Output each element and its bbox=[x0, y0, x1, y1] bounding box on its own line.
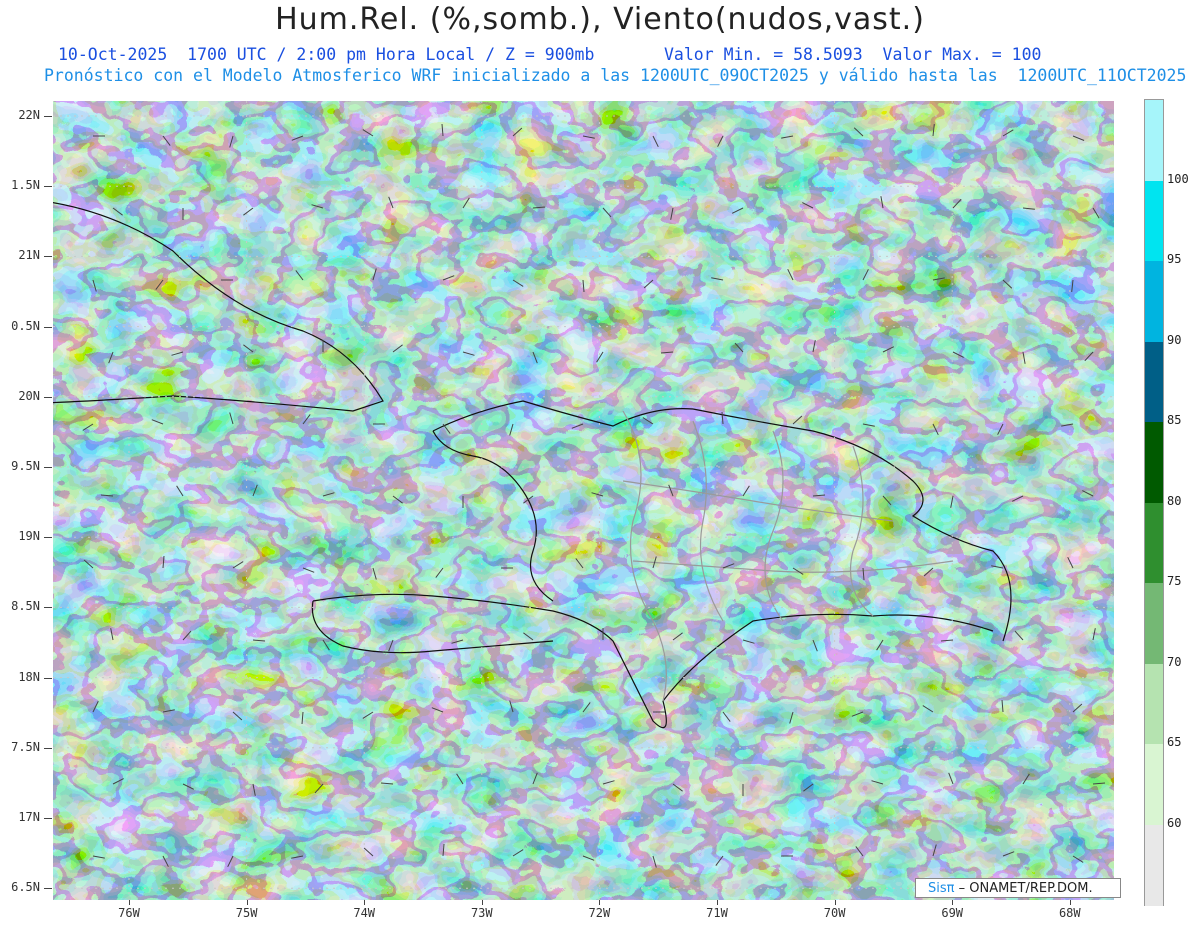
latitude-label: 17N bbox=[18, 810, 40, 824]
latitude-tick bbox=[44, 116, 52, 117]
latitude-tick bbox=[44, 326, 52, 328]
longitude-tick bbox=[1069, 900, 1071, 905]
latitude-label: 20N bbox=[18, 388, 40, 403]
colorbar-label: 70 bbox=[1167, 654, 1182, 669]
longitude-label: 72W bbox=[588, 906, 611, 920]
latitude-label: 7.5N bbox=[11, 739, 40, 754]
colorbar-segment bbox=[1145, 261, 1163, 342]
humidity-colorbar bbox=[1144, 99, 1164, 906]
latitude-tick bbox=[44, 888, 52, 890]
latitude-label: 19N bbox=[18, 529, 40, 544]
longitude-tick bbox=[129, 900, 130, 905]
colorbar-segment bbox=[1145, 341, 1163, 423]
latitude-tick bbox=[44, 818, 52, 819]
latitude-label: 8.5N bbox=[11, 599, 40, 614]
longitude-tick bbox=[834, 900, 836, 905]
longitude-label: 76W bbox=[118, 906, 140, 920]
latitude-label: 18N bbox=[18, 669, 40, 684]
latitude-tick bbox=[44, 747, 52, 749]
colorbar-label: 60 bbox=[1167, 815, 1182, 830]
colorbar-segment bbox=[1145, 824, 1163, 906]
colorbar-segment bbox=[1145, 100, 1163, 181]
colorbar-segment bbox=[1145, 422, 1163, 503]
longitude-tick bbox=[599, 900, 601, 905]
longitude-label: 70W bbox=[823, 906, 846, 920]
longitude-tick bbox=[364, 900, 366, 905]
longitude-tick bbox=[481, 900, 483, 905]
latitude-label: 9.5N bbox=[11, 459, 40, 473]
longitude-label: 75W bbox=[235, 906, 258, 920]
colorbar-segment bbox=[1145, 663, 1163, 745]
latitude-tick bbox=[44, 256, 52, 258]
latitude-label: 22N bbox=[18, 108, 40, 122]
latitude-tick bbox=[44, 607, 52, 609]
credit-box: Sisπ – ONAMET/REP.DOM. bbox=[915, 878, 1121, 898]
latitude-tick bbox=[44, 677, 52, 679]
latitude-label: 1.5N bbox=[11, 178, 40, 193]
humidity-field bbox=[53, 101, 1114, 900]
colorbar-label: 85 bbox=[1167, 413, 1182, 427]
longitude-label: 71W bbox=[706, 906, 728, 920]
latitude-label: 6.5N bbox=[11, 880, 40, 895]
longitude-tick bbox=[246, 900, 248, 905]
forecast-time-and-range: 10-Oct-2025 1700 UTC / 2:00 pm Hora Loca… bbox=[58, 45, 1042, 64]
colorbar-label: 100 bbox=[1167, 171, 1189, 186]
longitude-label: 69W bbox=[941, 906, 964, 920]
credit-text: – ONAMET/REP.DOM. bbox=[954, 881, 1093, 896]
latitude-tick bbox=[44, 396, 52, 398]
colorbar-segment bbox=[1145, 744, 1163, 825]
latitude-label: 0.5N bbox=[11, 318, 40, 333]
colorbar-label: 80 bbox=[1167, 493, 1182, 508]
longitude-tick bbox=[952, 900, 954, 905]
latitude-tick bbox=[44, 186, 52, 188]
longitude-label: 74W bbox=[353, 906, 376, 920]
map-title: Hum.Rel. (%,somb.), Viento(nudos,vast.) bbox=[275, 2, 925, 37]
colorbar-segment bbox=[1145, 180, 1163, 262]
colorbar-label: 95 bbox=[1167, 252, 1182, 266]
latitude-tick bbox=[44, 537, 52, 539]
longitude-tick bbox=[717, 900, 718, 905]
humidity-wind-map[interactable] bbox=[53, 101, 1114, 900]
latitude-tick bbox=[44, 467, 52, 468]
colorbar-segment bbox=[1145, 583, 1163, 664]
longitude-label: 68W bbox=[1058, 906, 1081, 920]
latitude-label: 21N bbox=[18, 248, 40, 263]
sispi-logo: Sisπ bbox=[928, 881, 955, 896]
colorbar-label: 75 bbox=[1167, 574, 1182, 588]
colorbar-label: 65 bbox=[1167, 735, 1182, 749]
colorbar-segment bbox=[1145, 502, 1163, 584]
colorbar-label: 90 bbox=[1167, 332, 1182, 347]
model-run-description: Pronóstico con el Modelo Atmosferico WRF… bbox=[44, 66, 1187, 85]
longitude-label: 73W bbox=[470, 906, 493, 920]
